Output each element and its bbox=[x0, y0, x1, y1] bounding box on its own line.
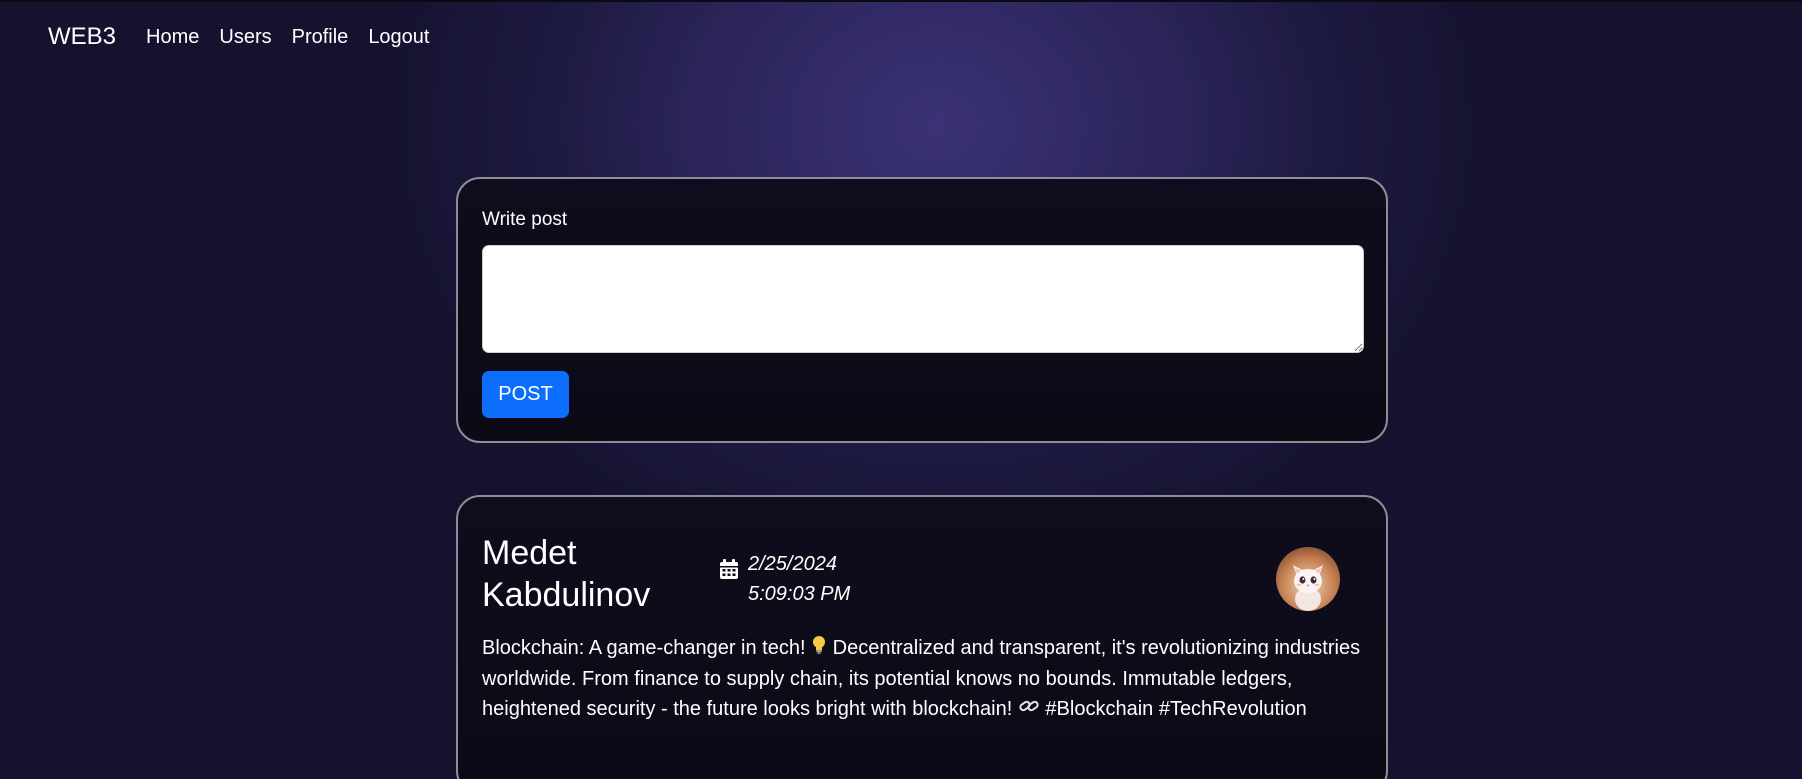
nav-link-users[interactable]: Users bbox=[219, 26, 271, 49]
compose-post-card: Write post POST bbox=[456, 177, 1388, 443]
navbar: WEB3 Home Users Profile Logout bbox=[48, 20, 449, 54]
post-date: 2/25/2024 bbox=[748, 553, 837, 575]
post-button[interactable]: POST bbox=[482, 371, 569, 418]
post-textarea[interactable] bbox=[482, 245, 1364, 353]
compose-label: Write post bbox=[482, 209, 568, 230]
link-icon bbox=[1018, 694, 1040, 724]
post-body: Blockchain: A game-changer in tech! Dece… bbox=[482, 633, 1362, 724]
post-body-text-3: #Blockchain #TechRevolution bbox=[1039, 697, 1307, 720]
window-top-border bbox=[0, 0, 1802, 2]
post-author-name[interactable]: Medet Kabdulinov bbox=[482, 532, 692, 616]
post-card: Medet Kabdulinov 2/25/2024 5:09:03 PM Bl… bbox=[456, 495, 1388, 779]
post-time: 5:09:03 PM bbox=[748, 583, 851, 605]
nav-link-profile[interactable]: Profile bbox=[292, 26, 349, 49]
calendar-icon bbox=[720, 559, 738, 584]
post-body-text-1: Blockchain: A game-changer in tech! bbox=[482, 637, 812, 659]
lightbulb-icon bbox=[811, 634, 827, 664]
avatar[interactable] bbox=[1276, 547, 1340, 611]
nav-link-logout[interactable]: Logout bbox=[368, 26, 429, 49]
brand-logo[interactable]: WEB3 bbox=[48, 23, 116, 51]
post-date-block: 2/25/2024 5:09:03 PM bbox=[720, 549, 850, 609]
nav-link-home[interactable]: Home bbox=[146, 26, 199, 49]
